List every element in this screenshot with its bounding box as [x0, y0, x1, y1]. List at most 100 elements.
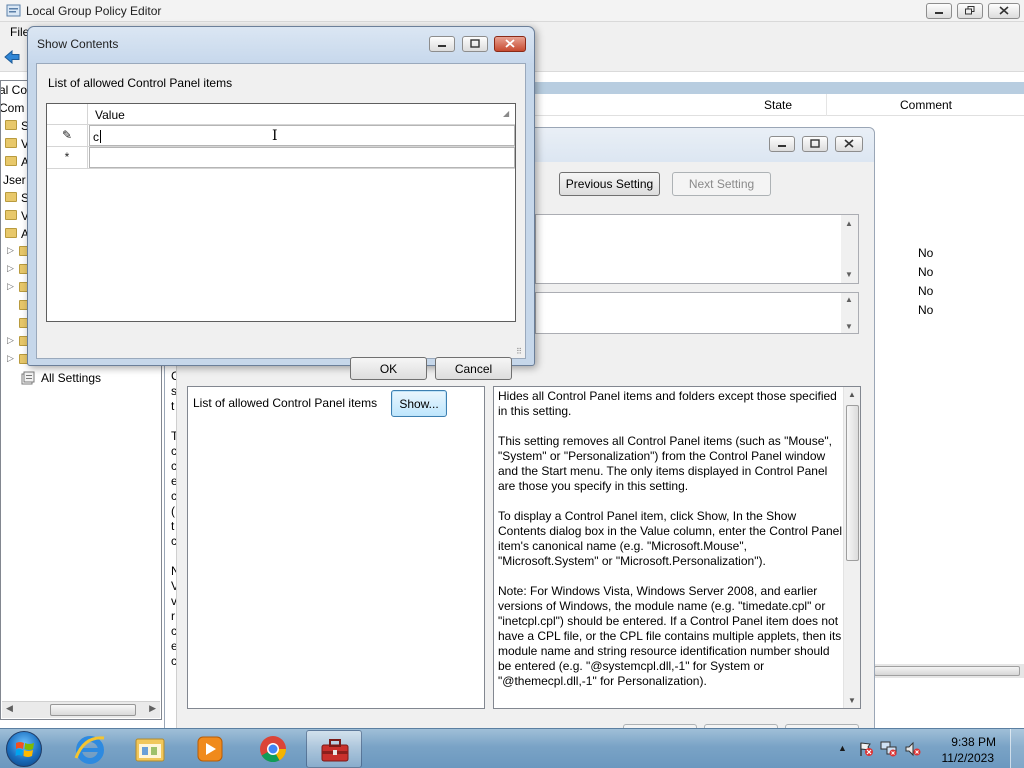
clock-date[interactable]: 11/2/2023	[942, 751, 995, 765]
show-contents-title-bar[interactable]: Show Contents	[28, 27, 534, 63]
main-window-title: Local Group Policy Editor	[26, 4, 162, 18]
main-close-button[interactable]	[988, 3, 1020, 19]
resize-grip-icon[interactable]: ⠿	[516, 347, 522, 356]
show-close-button[interactable]	[494, 36, 526, 52]
clipped-text: v	[171, 594, 177, 608]
expand-arrow-icon[interactable]: ▷	[7, 263, 14, 274]
comment-scrollbar[interactable]: ▲ ▼	[841, 215, 858, 283]
show-contents-dialog: Show Contents List of allowed Control Pa…	[27, 26, 535, 380]
ok-button[interactable]: OK	[350, 357, 427, 380]
clipped-text: e	[171, 639, 176, 653]
clipped-text: t	[171, 399, 175, 413]
scroll-left-icon[interactable]: ◀	[6, 703, 13, 714]
value-grid[interactable]: Value ◢ ✎ c I *	[46, 103, 516, 322]
folder-icon	[5, 156, 17, 166]
scroll-thumb[interactable]	[50, 704, 136, 716]
taskbar-group-policy-editor[interactable]	[306, 730, 362, 768]
column-header-state[interactable]: State	[764, 98, 792, 112]
clipped-text: r	[171, 609, 175, 623]
scroll-down-icon[interactable]: ▼	[845, 270, 853, 279]
restore-icon	[965, 4, 975, 18]
comment-value: No	[918, 265, 934, 279]
close-icon	[844, 137, 854, 151]
select-all-cell[interactable]	[47, 104, 88, 125]
column-header-comment[interactable]: Comment	[900, 98, 952, 112]
setting-maximize-button[interactable]	[802, 136, 828, 152]
expand-arrow-icon[interactable]: ▷	[7, 281, 14, 292]
main-minimize-button[interactable]	[926, 3, 952, 19]
list-header-band	[534, 82, 1024, 94]
cancel-button[interactable]: Cancel	[435, 357, 512, 380]
volume-muted-icon[interactable]	[904, 741, 922, 760]
network-icon[interactable]	[880, 741, 898, 760]
setting-minimize-button[interactable]	[769, 136, 795, 152]
clipped-text: c	[171, 459, 177, 473]
help-paragraph: To display a Control Panel item, click S…	[498, 509, 842, 568]
value-cell[interactable]	[89, 147, 515, 168]
scroll-up-icon[interactable]: ▲	[845, 219, 853, 228]
show-minimize-button[interactable]	[429, 36, 455, 52]
expand-arrow-icon[interactable]: ▷	[7, 335, 14, 346]
taskbar-media-player[interactable]	[182, 730, 238, 768]
sort-indicator-icon: ◢	[503, 109, 510, 118]
taskbar-chrome[interactable]	[246, 730, 302, 768]
folder-icon	[5, 210, 17, 220]
expand-arrow-icon[interactable]: ▷	[7, 245, 14, 256]
value-cell-text: c	[93, 130, 99, 144]
clock-time[interactable]: 9:38 PM	[951, 735, 996, 749]
show-maximize-button[interactable]	[462, 36, 488, 52]
action-center-flag-icon[interactable]	[858, 741, 874, 760]
grid-row[interactable]: ✎ c I	[47, 125, 515, 147]
main-restore-button[interactable]	[957, 3, 983, 19]
comment-value: No	[918, 284, 934, 298]
back-arrow-icon[interactable]	[4, 49, 20, 67]
scroll-right-icon[interactable]: ▶	[149, 703, 156, 714]
taskbar-windows-explorer[interactable]	[122, 730, 178, 768]
toolbox-icon	[319, 735, 351, 768]
clipped-text: c	[171, 489, 177, 503]
list-horizontal-scrollbar[interactable]	[874, 664, 1024, 678]
expand-arrow-icon[interactable]: ▷	[7, 353, 14, 364]
comment-textbox[interactable]: ▲ ▼	[535, 214, 859, 284]
tree-horizontal-scrollbar[interactable]: ◀ ▶	[2, 701, 160, 718]
scroll-thumb[interactable]	[874, 666, 1020, 676]
setting-close-button[interactable]	[835, 136, 863, 152]
scroll-down-icon[interactable]: ▼	[848, 696, 856, 705]
next-setting-button[interactable]: Next Setting	[672, 172, 771, 196]
options-pane: List of allowed Control Panel items Show…	[187, 386, 485, 709]
clipped-text: (	[171, 504, 175, 518]
show-desktop-button[interactable]	[1010, 729, 1024, 768]
scroll-up-icon[interactable]: ▲	[845, 295, 853, 304]
close-icon	[999, 4, 1009, 18]
folder-icon	[5, 192, 17, 202]
scroll-up-icon[interactable]: ▲	[848, 390, 856, 399]
main-title-bar[interactable]: Local Group Policy Editor	[0, 0, 1024, 22]
column-header-value[interactable]: Value	[95, 108, 125, 122]
clipped-text: C	[171, 369, 176, 383]
value-cell-editing[interactable]: c	[89, 125, 515, 146]
comment-value: No	[918, 246, 934, 260]
scroll-down-icon[interactable]: ▼	[845, 322, 853, 331]
column-separator	[826, 94, 827, 116]
close-icon	[505, 37, 515, 51]
clipped-text: T	[171, 429, 176, 443]
show-hidden-icons-arrow-icon[interactable]: ▲	[838, 743, 847, 753]
help-paragraph: Note: For Windows Vista, Windows Server …	[498, 584, 842, 688]
text-caret	[100, 130, 101, 143]
folder-icon	[5, 120, 17, 130]
taskbar-internet-explorer[interactable]	[62, 730, 118, 768]
minimize-icon	[437, 37, 447, 51]
scroll-thumb[interactable]	[846, 405, 859, 561]
clipped-text: V	[171, 579, 176, 593]
show-button[interactable]: Show...	[391, 390, 447, 417]
folder-icon	[5, 228, 17, 238]
clipped-text: c	[171, 534, 177, 548]
start-button[interactable]	[6, 731, 42, 767]
grid-row-new[interactable]: *	[47, 147, 515, 169]
help-scrollbar[interactable]: ▲ ▼	[843, 387, 860, 708]
settings-list-header: State Comment	[534, 94, 1024, 116]
supported-scrollbar[interactable]: ▲ ▼	[841, 293, 858, 333]
previous-setting-button[interactable]: Previous Setting	[559, 172, 660, 196]
all-settings-icon	[21, 371, 35, 388]
maximize-icon	[470, 37, 480, 51]
